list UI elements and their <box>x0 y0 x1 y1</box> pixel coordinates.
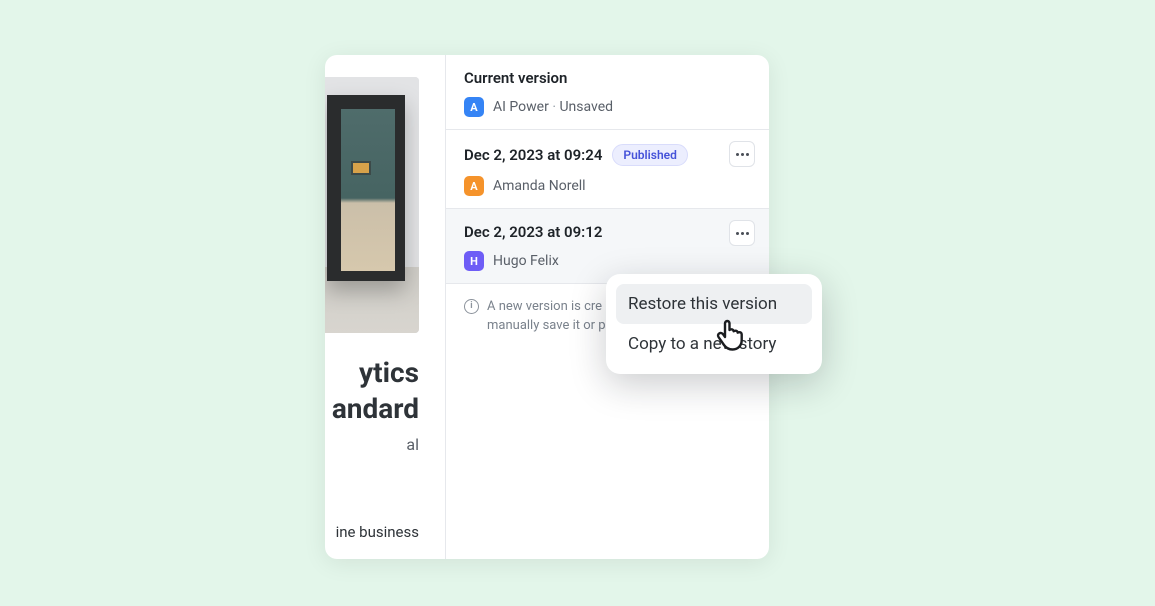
published-badge: Published <box>612 144 687 166</box>
body-fragment: ine business <box>336 523 419 541</box>
author-name: Amanda Norell <box>493 178 586 194</box>
version-current[interactable]: Current version A AI Power · Unsaved <box>446 55 769 130</box>
version-item[interactable]: Dec 2, 2023 at 09:24 Published A Amanda … <box>446 130 769 209</box>
author-name: Hugo Felix <box>493 253 559 269</box>
story-header-image <box>325 77 419 333</box>
headline-fragment: ytics <box>359 355 419 391</box>
author-name: AI Power · Unsaved <box>493 99 613 115</box>
info-icon: i <box>464 299 479 314</box>
more-options-button[interactable] <box>729 220 755 246</box>
avatar: A <box>464 97 484 117</box>
version-context-menu: Restore this version Copy to a new story <box>606 274 822 374</box>
more-options-button[interactable] <box>729 141 755 167</box>
story-content-preview: ytics andard al ine business <box>325 55 445 559</box>
version-timestamp: Dec 2, 2023 at 09:12 <box>464 223 602 241</box>
headline-fragment: andard <box>332 391 419 427</box>
avatar: H <box>464 251 484 271</box>
version-title: Current version <box>464 69 567 87</box>
subtitle-fragment: al <box>406 435 419 454</box>
copy-to-new-story-option[interactable]: Copy to a new story <box>616 324 812 364</box>
restore-version-option[interactable]: Restore this version <box>616 284 812 324</box>
version-timestamp: Dec 2, 2023 at 09:24 <box>464 146 602 164</box>
version-item[interactable]: Dec 2, 2023 at 09:12 H Hugo Felix <box>446 209 769 284</box>
avatar: A <box>464 176 484 196</box>
